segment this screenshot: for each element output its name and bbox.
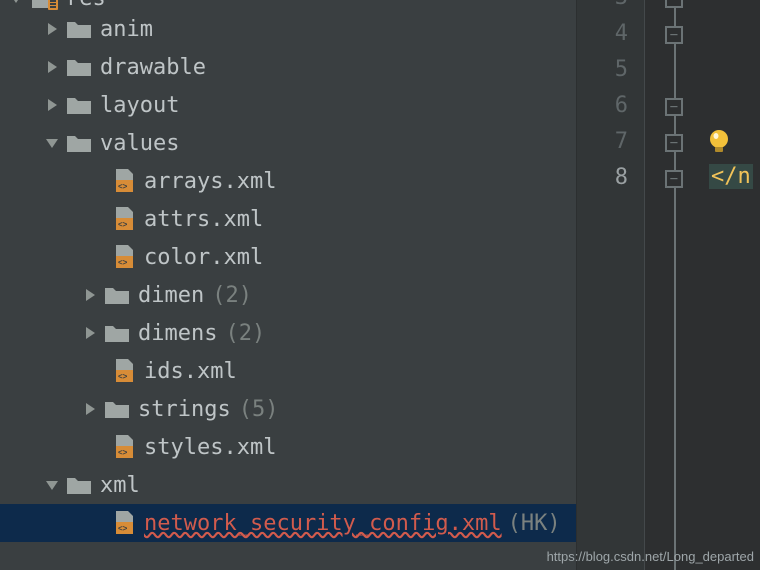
expand-arrow-right-icon[interactable] [38, 53, 66, 81]
tree-label: color.xml [144, 245, 263, 270]
tree-label: dimen [138, 283, 204, 308]
folder-icon [66, 94, 92, 116]
folder-icon [104, 284, 130, 306]
expand-arrow-down-icon[interactable] [2, 0, 30, 12]
code-area[interactable] [703, 0, 760, 570]
tree-label: drawable [100, 55, 206, 80]
tree-label: dimens [138, 321, 217, 346]
project-tree-pane: res anim drawable [0, 0, 577, 570]
tree-row-network-security-config[interactable]: <> network_security_config.xml (HK) [0, 504, 576, 542]
item-count: (5) [239, 397, 279, 422]
folder-icon [66, 132, 92, 154]
tree-row-drawable[interactable]: drawable [0, 48, 576, 86]
tree-row-values[interactable]: values [0, 124, 576, 162]
folder-icon [66, 56, 92, 78]
xml-file-icon: <> [112, 168, 136, 194]
editor-pane: 3 4 5 6 7 8 − − − − − </n h [577, 0, 760, 570]
expand-arrow-right-icon[interactable] [76, 281, 104, 309]
svg-text:<>: <> [118, 448, 128, 457]
expand-arrow-down-icon[interactable] [38, 471, 66, 499]
line-number[interactable]: 3 [577, 0, 644, 16]
tree-label: strings [138, 397, 231, 422]
svg-text:<>: <> [118, 182, 128, 191]
tree-row-ids[interactable]: <> ids.xml [0, 352, 576, 390]
line-number[interactable]: 4 [577, 16, 644, 52]
tree-label: network_security_config.xml [144, 511, 502, 536]
expand-arrow-right-icon[interactable] [38, 91, 66, 119]
svg-text:<>: <> [118, 372, 128, 381]
tree-row-styles[interactable]: <> styles.xml [0, 428, 576, 466]
svg-text:<>: <> [118, 220, 128, 229]
expand-arrow-right-icon[interactable] [76, 395, 104, 423]
xml-file-icon: <> [112, 206, 136, 232]
expand-arrow-right-icon[interactable] [38, 15, 66, 43]
tree-row-attrs[interactable]: <> attrs.xml [0, 200, 576, 238]
fold-toggle-icon[interactable]: − [665, 98, 683, 116]
code-line-8[interactable]: </n [709, 164, 753, 189]
tree-row-dimen[interactable]: dimen (2) [0, 276, 576, 314]
tree-row-anim[interactable]: anim [0, 10, 576, 48]
file-qualifier: (HK) [508, 511, 561, 536]
tree-label: xml [100, 473, 140, 498]
tree-label: styles.xml [144, 435, 276, 460]
tree-label: arrays.xml [144, 169, 276, 194]
xml-file-icon: <> [112, 434, 136, 460]
tree-label: anim [100, 17, 153, 42]
svg-text:<>: <> [118, 258, 128, 267]
tree-label: res [66, 0, 106, 11]
xml-file-icon: <> [112, 510, 136, 536]
tree-row-dimens[interactable]: dimens (2) [0, 314, 576, 352]
tree-row-color[interactable]: <> color.xml [0, 238, 576, 276]
tree-label: values [100, 131, 179, 156]
fold-toggle-icon[interactable]: − [665, 170, 683, 188]
tree-label: layout [100, 93, 179, 118]
folder-icon [104, 398, 130, 420]
expand-arrow-right-icon[interactable] [76, 319, 104, 347]
source-watermark: https://blog.csdn.net/Long_departed [547, 549, 754, 564]
tree-label: ids.xml [144, 359, 237, 384]
xml-file-icon: <> [112, 358, 136, 384]
line-number[interactable]: 6 [577, 88, 644, 124]
line-number[interactable]: 8 [577, 160, 644, 196]
folder-icon [66, 474, 92, 496]
tree-label: attrs.xml [144, 207, 263, 232]
line-number[interactable]: 5 [577, 52, 644, 88]
tree-row-res[interactable]: res [0, 0, 576, 10]
fold-guide-line [674, 0, 676, 570]
line-number-gutter: 3 4 5 6 7 8 [577, 0, 645, 570]
svg-text:<>: <> [118, 524, 128, 533]
tree-row-layout[interactable]: layout [0, 86, 576, 124]
fold-toggle-icon[interactable]: − [665, 134, 683, 152]
fold-gutter: − − − − − [645, 0, 703, 570]
res-folder-icon [30, 0, 58, 10]
tree-row-xml[interactable]: xml [0, 466, 576, 504]
item-count: (2) [212, 283, 252, 308]
fold-toggle-icon[interactable]: − [665, 0, 683, 8]
folder-icon [104, 322, 130, 344]
tree-row-arrays[interactable]: <> arrays.xml [0, 162, 576, 200]
fold-toggle-icon[interactable]: − [665, 26, 683, 44]
intention-bulb-icon[interactable] [705, 128, 733, 156]
line-number[interactable]: 7 [577, 124, 644, 160]
item-count: (2) [225, 321, 265, 346]
expand-arrow-down-icon[interactable] [38, 129, 66, 157]
xml-closing-tag: </n [709, 164, 753, 189]
xml-file-icon: <> [112, 244, 136, 270]
folder-icon [66, 18, 92, 40]
tree-row-strings[interactable]: strings (5) [0, 390, 576, 428]
